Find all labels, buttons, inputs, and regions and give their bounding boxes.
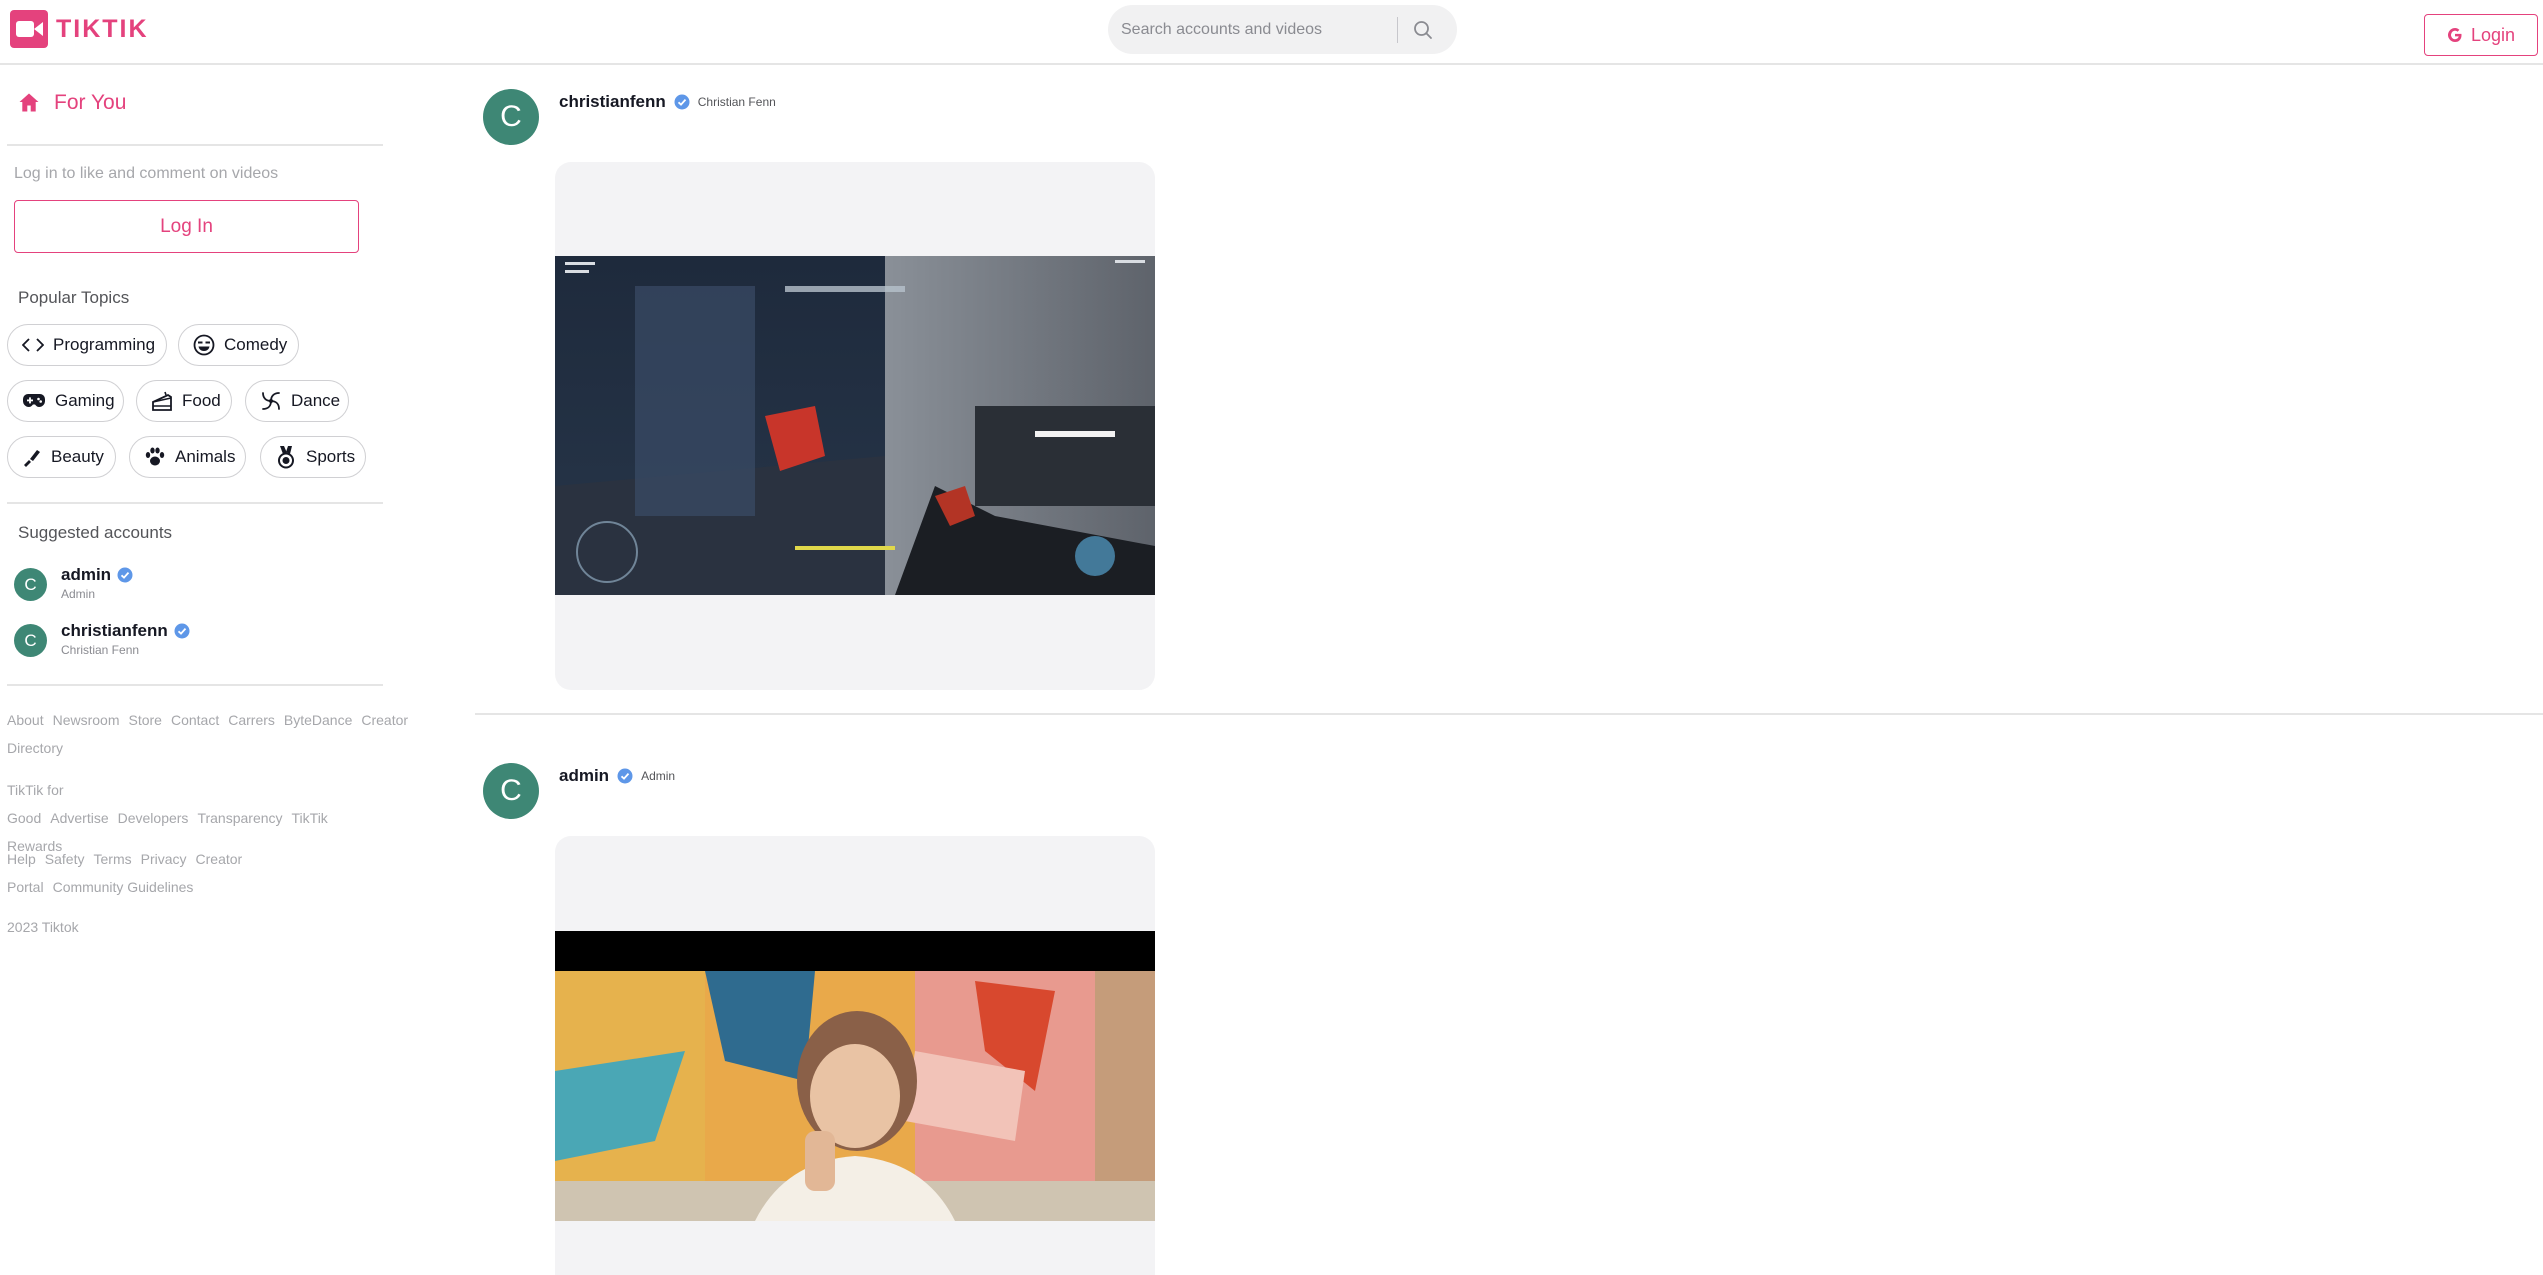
google-icon [2447,28,2462,42]
sidebar-item-for-you[interactable]: For You [18,91,126,115]
suggested-account-christianfenn[interactable]: C christianfenn Christian Fenn [14,621,190,657]
home-icon [19,93,39,112]
video-frame-gameplay [555,256,1155,595]
verified-icon [117,567,133,583]
post-display-name: Christian Fenn [697,95,776,109]
footer-link[interactable]: Help [7,851,36,867]
footer-links-1: About Newsroom Store Contact Carrers ByteDanc… [7,706,408,762]
login-button[interactable]: Login [2424,14,2538,56]
topic-animals[interactable]: Animals [129,436,246,478]
sidebar-login-button[interactable]: Log In [14,200,359,253]
avatar[interactable]: C [483,763,539,819]
post-username[interactable]: christianfenn [559,92,666,112]
gamepad-icon [23,394,45,407]
footer-link[interactable]: Terms [94,851,132,867]
footer-links-3: Help Safety Terms Privacy Creator Portal Comm… [7,845,352,901]
video-frame-mural [555,931,1155,1221]
search-input[interactable] [1121,9,1391,50]
post-username[interactable]: admin [559,766,609,786]
search-bar [1108,5,1457,54]
footer-link[interactable]: About [7,712,44,728]
video-player[interactable] [555,836,1155,1275]
footer-link[interactable]: Carrers [228,712,275,728]
lipstick-icon [24,450,40,467]
medal-icon [278,446,294,469]
verified-icon [617,768,633,784]
navbar: TIKTIK Login [0,0,2543,65]
footer-link[interactable]: Community Guidelines [53,879,194,895]
footer-link[interactable]: Privacy [141,851,187,867]
post-header: C christianfenn Christian Fenn [483,89,776,145]
divider [7,502,383,504]
cake-icon [152,391,172,411]
footer-link[interactable]: Newsroom [53,712,120,728]
topic-beauty[interactable]: Beauty [7,436,116,478]
search-button[interactable] [1398,10,1448,50]
verified-icon [174,623,190,639]
topic-sports[interactable]: Sports [260,436,366,478]
account-display-name: Christian Fenn [61,643,140,657]
suggested-account-admin[interactable]: C admin Admin [14,565,133,601]
footer-link[interactable]: Developers [118,810,189,826]
footer-link[interactable]: Safety [45,851,85,867]
avatar: C [14,624,47,657]
suggested-accounts-title: Suggested accounts [18,523,173,542]
sidebar: For You Log in to like and comment on vi… [0,67,408,1275]
video-camera-icon [10,10,48,48]
topic-programming[interactable]: Programming [7,324,167,366]
login-hint: Log in to like and comment on videos [14,165,279,182]
post-divider [475,713,2543,715]
topic-comedy[interactable]: Comedy [178,324,299,366]
dance-icon [262,392,280,410]
footer-link[interactable]: Store [129,712,162,728]
search-icon [1414,20,1432,39]
account-username: christianfenn [61,621,168,640]
popular-topics-title: Popular Topics [18,288,130,307]
topic-gaming[interactable]: Gaming [7,380,124,422]
footer-link[interactable]: ByteDance [284,712,352,728]
footer-link[interactable]: Advertise [50,810,108,826]
laughing-face-icon [193,334,215,356]
logo-text: TIKTIK [56,14,149,43]
account-username: admin [61,565,112,584]
copyright: 2023 Tiktok [7,919,79,935]
for-you-label: For You [54,91,127,114]
paw-icon [145,447,165,466]
login-label: Login [2470,24,2516,45]
avatar: C [14,568,47,601]
verified-icon [674,94,690,110]
footer-link[interactable]: Transparency [197,810,282,826]
topic-food[interactable]: Food [136,380,232,422]
code-icon [22,338,44,352]
post-display-name: Admin [641,769,676,783]
video-player[interactable] [555,162,1155,690]
divider [7,684,383,686]
avatar[interactable]: C [483,89,539,145]
divider [7,144,383,146]
logo[interactable]: TIKTIK [10,10,149,48]
footer-link[interactable]: Contact [171,712,219,728]
topic-dance[interactable]: Dance [245,380,349,422]
account-display-name: Admin [61,587,96,601]
post-header: C admin Admin [483,763,675,819]
